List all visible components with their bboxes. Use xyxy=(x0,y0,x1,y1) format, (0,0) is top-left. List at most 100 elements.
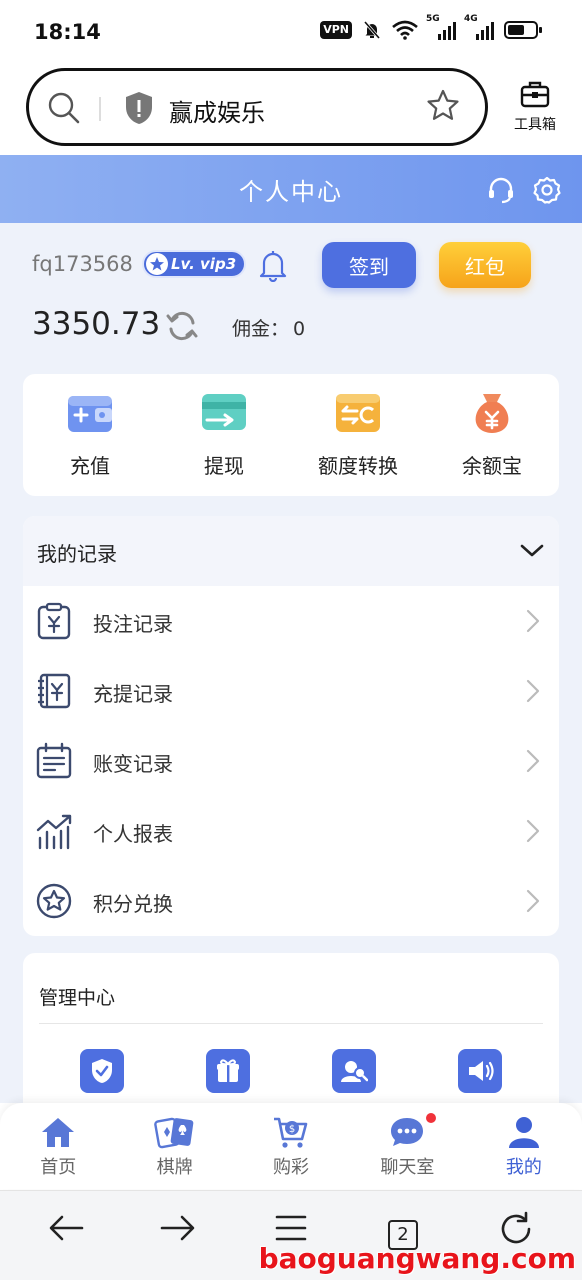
record-item-account-changes[interactable]: 账变记录 xyxy=(23,726,559,796)
record-label-account-changes: 账变记录 xyxy=(93,752,173,776)
shield-icon xyxy=(126,92,152,124)
records-card: 我的记录 投注记录 充提记录 账变记录 个人报表 积分兑换 xyxy=(23,516,559,936)
status-icons: VPN 5G 4G xyxy=(320,14,542,40)
calendar-list-icon xyxy=(36,742,72,779)
vip-level-label: Lv. vip3 xyxy=(171,255,237,273)
bottom-nav: 首页 棋牌 $ 购彩 聊天室 我的 xyxy=(0,1103,582,1189)
status-time: 18:14 xyxy=(34,20,101,44)
balance-value: 3350.73 xyxy=(32,306,161,342)
transfer-label: 额度转换 xyxy=(318,454,398,478)
address-divider xyxy=(99,97,101,121)
record-item-deposit-withdraw[interactable]: 充提记录 xyxy=(23,656,559,726)
vip-level-badge: Lv. vip3 xyxy=(142,250,247,278)
chevron-right-icon xyxy=(526,889,540,913)
quick-actions-card: 充值 提现 额度转换 余额宝 xyxy=(23,374,559,496)
svg-text:$: $ xyxy=(289,1124,295,1135)
nav-mine[interactable]: 我的 xyxy=(466,1103,582,1189)
nav-chat[interactable]: 聊天室 xyxy=(349,1103,465,1189)
chevron-right-icon xyxy=(526,679,540,703)
record-item-points-exchange[interactable]: 积分兑换 xyxy=(23,866,559,936)
withdraw-label: 提现 xyxy=(204,454,244,478)
signal-5g-icon: 5G xyxy=(426,14,456,40)
chevron-right-icon xyxy=(526,819,540,843)
chevron-right-icon xyxy=(526,609,540,633)
url-text[interactable]: 赢成娱乐 xyxy=(169,93,265,128)
management-announce-button[interactable] xyxy=(458,1049,502,1093)
transfer-icon xyxy=(336,394,380,432)
address-bar[interactable]: 赢成娱乐 xyxy=(26,68,488,146)
recharge-label: 充值 xyxy=(70,454,110,478)
commission: 佣金： 0 xyxy=(228,314,305,341)
status-bar: 18:14 VPN 5G 4G xyxy=(0,0,582,64)
notification-bell-icon[interactable] xyxy=(258,248,288,282)
chat-unread-dot xyxy=(425,1113,436,1123)
record-label-bets: 投注记录 xyxy=(93,612,173,636)
nav-chat-label: 聊天室 xyxy=(380,1157,435,1178)
settings-gear-icon[interactable] xyxy=(532,175,562,205)
management-shield-button[interactable] xyxy=(80,1049,124,1093)
nav-lottery[interactable]: $ 购彩 xyxy=(233,1103,349,1189)
nav-home-label: 首页 xyxy=(40,1157,77,1178)
shield-check-icon xyxy=(92,1059,112,1083)
cart-icon: $ xyxy=(274,1117,308,1148)
user-icon xyxy=(508,1117,539,1148)
record-label-personal-report: 个人报表 xyxy=(93,822,173,846)
toolbox-button[interactable]: 工具箱 xyxy=(510,80,560,134)
bet-clipboard-icon xyxy=(37,602,71,640)
headset-icon[interactable] xyxy=(486,175,516,205)
cards-icon xyxy=(153,1117,193,1149)
wifi-icon xyxy=(392,20,418,40)
transfer-action[interactable]: 额度转换 xyxy=(291,374,425,496)
record-item-personal-report[interactable]: 个人报表 xyxy=(23,796,559,866)
home-icon xyxy=(42,1118,75,1147)
management-gift-button[interactable] xyxy=(206,1049,250,1093)
forward-arrow-icon[interactable] xyxy=(158,1211,198,1245)
red-packet-button[interactable]: 红包 xyxy=(439,242,531,288)
watermark: baoguangwang.com xyxy=(258,1242,576,1275)
recharge-action[interactable]: 充值 xyxy=(23,374,157,496)
management-divider xyxy=(39,1023,543,1024)
commission-value: 0 xyxy=(293,318,306,340)
menu-icon[interactable] xyxy=(274,1211,308,1245)
withdraw-action[interactable]: 提现 xyxy=(157,374,291,496)
ledger-book-icon xyxy=(38,673,71,709)
vpn-icon: VPN xyxy=(320,21,352,39)
money-bag-icon xyxy=(475,394,509,433)
record-label-deposit-withdraw: 充提记录 xyxy=(93,682,173,706)
mute-bell-icon xyxy=(363,21,381,39)
management-users-button[interactable] xyxy=(332,1049,376,1093)
back-arrow-icon[interactable] xyxy=(46,1211,86,1245)
nav-cards-label: 棋牌 xyxy=(156,1157,193,1178)
nav-lottery-label: 购彩 xyxy=(273,1157,310,1178)
savings-label: 余额宝 xyxy=(462,454,522,478)
chat-icon xyxy=(391,1118,424,1146)
card-withdraw-icon xyxy=(202,394,246,430)
nav-home[interactable]: 首页 xyxy=(0,1103,116,1189)
nav-cards[interactable]: 棋牌 xyxy=(116,1103,232,1189)
chevron-down-icon[interactable] xyxy=(519,540,545,560)
megaphone-icon xyxy=(469,1061,494,1081)
username: fq173568 xyxy=(32,252,133,276)
gift-icon xyxy=(217,1059,239,1082)
users-icon xyxy=(341,1061,368,1082)
nav-mine-label: 我的 xyxy=(505,1157,542,1178)
star-circle-icon xyxy=(36,883,72,919)
record-label-points-exchange: 积分兑换 xyxy=(93,892,173,916)
toolbox-label: 工具箱 xyxy=(514,117,556,133)
trend-chart-icon xyxy=(36,814,72,850)
bookmark-star-icon[interactable] xyxy=(425,88,461,124)
vip-star-icon xyxy=(146,253,168,275)
management-title: 管理中心 xyxy=(39,987,116,1009)
signal-4g-icon: 4G xyxy=(464,14,494,40)
chevron-right-icon xyxy=(526,749,540,773)
savings-action[interactable]: 余额宝 xyxy=(425,374,559,496)
sign-in-button[interactable]: 签到 xyxy=(322,242,416,288)
search-icon[interactable] xyxy=(47,91,81,125)
record-item-bets[interactable]: 投注记录 xyxy=(23,586,559,656)
wallet-plus-icon xyxy=(68,396,112,432)
toolbox-icon xyxy=(520,81,550,108)
records-title: 我的记录 xyxy=(37,542,117,566)
refresh-balance-icon[interactable] xyxy=(165,309,199,343)
records-header[interactable]: 我的记录 xyxy=(23,516,559,586)
commission-label: 佣金： xyxy=(232,318,290,340)
